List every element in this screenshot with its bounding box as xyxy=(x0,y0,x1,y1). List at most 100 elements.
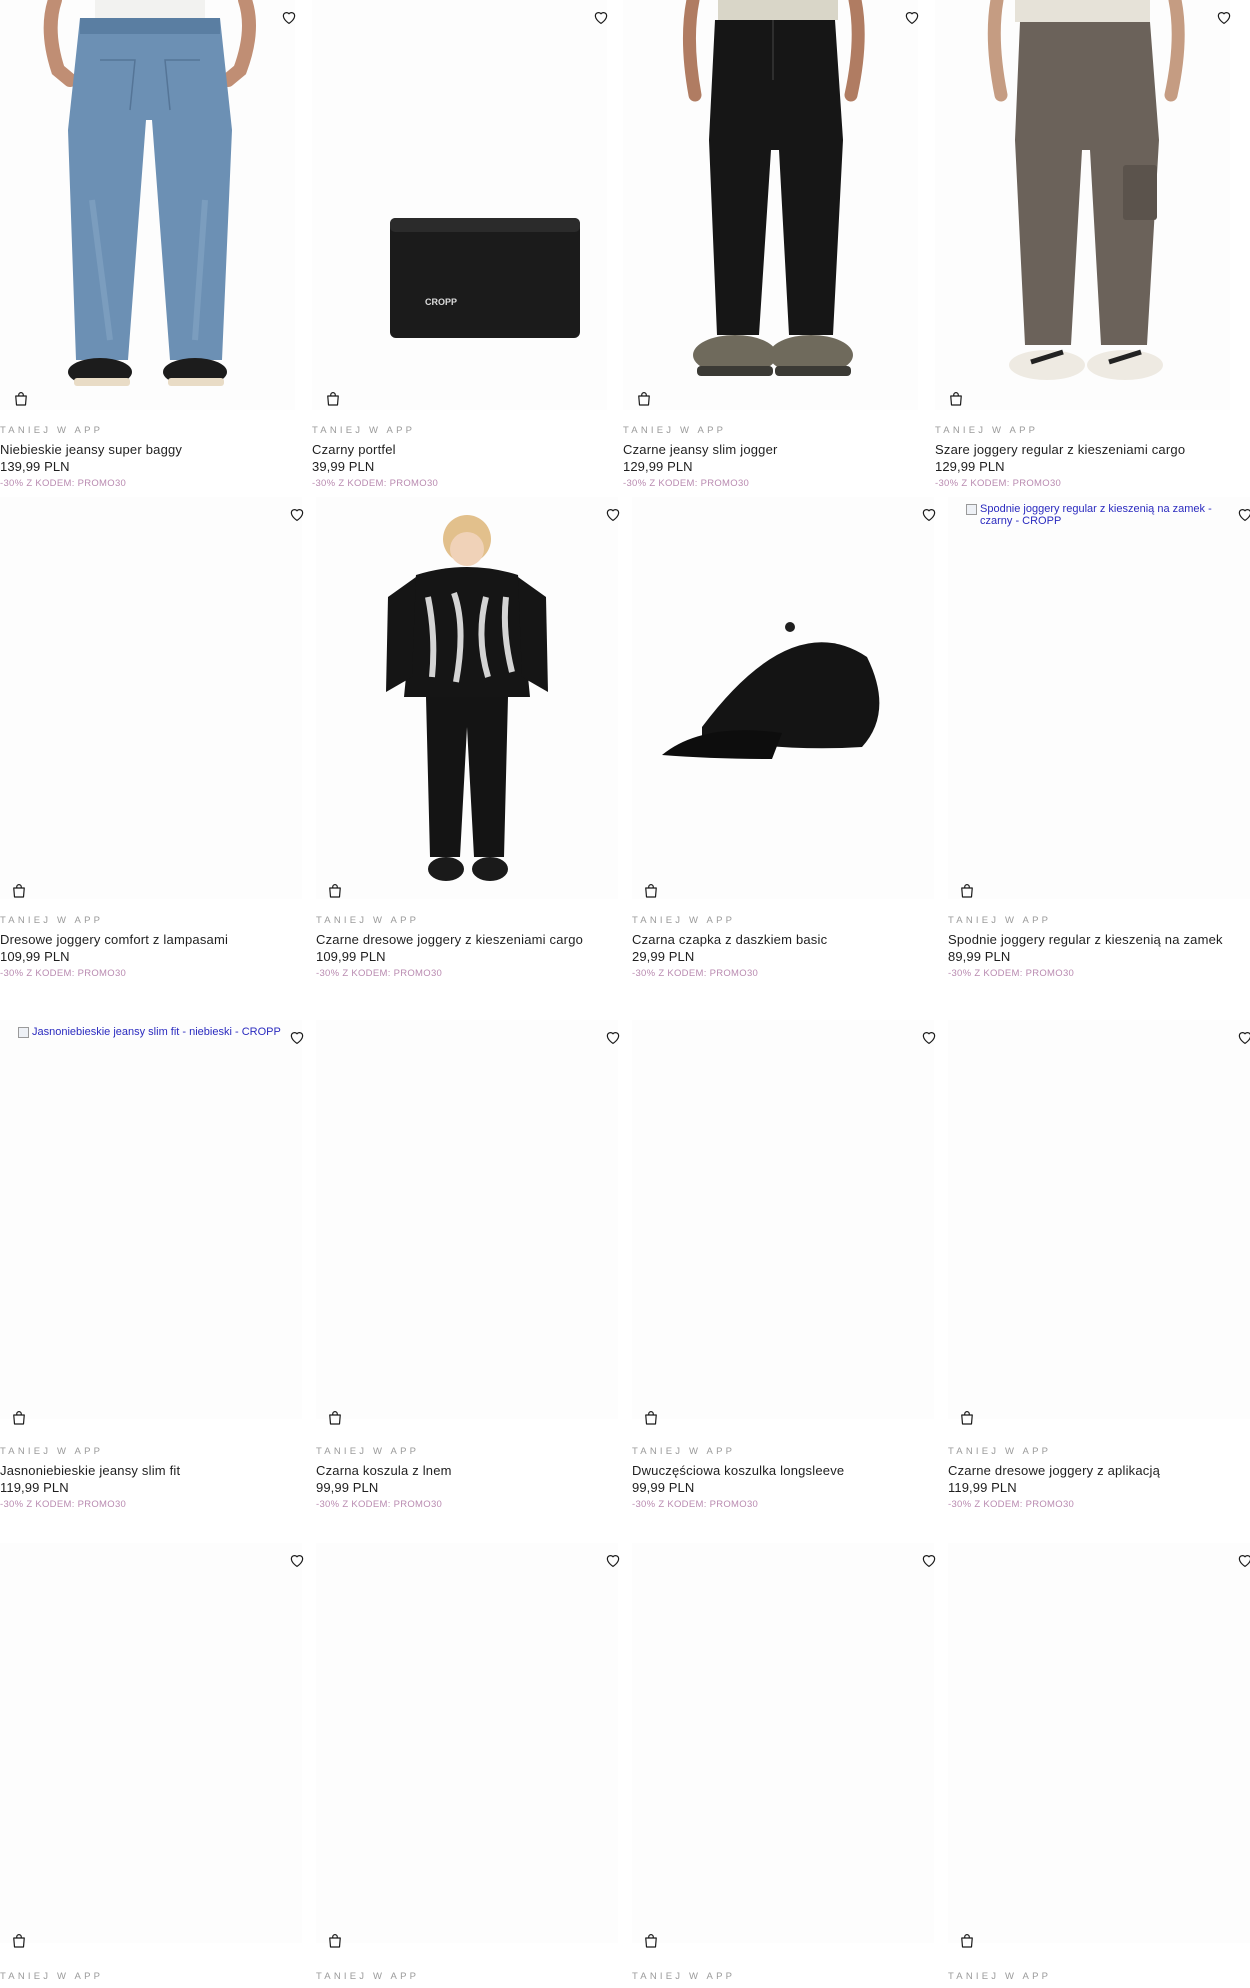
heart-icon[interactable] xyxy=(903,8,921,26)
product-card[interactable]: Spodnie joggery regular z kieszenią na z… xyxy=(948,497,1250,985)
heart-icon[interactable] xyxy=(1236,505,1250,523)
product-image[interactable] xyxy=(623,0,918,410)
shopping-bag-icon[interactable] xyxy=(12,390,30,408)
heart-icon[interactable] xyxy=(1236,1028,1250,1046)
product-image[interactable]: CROPP xyxy=(312,0,607,410)
product-card[interactable]: TANIEJ W APP Niebieskie jeansy super bagg… xyxy=(0,0,298,495)
shopping-bag-icon[interactable] xyxy=(326,1932,344,1950)
app-discount-badge: TANIEJ W APP xyxy=(312,425,416,436)
product-price: 99,99 PLN xyxy=(632,1480,695,1495)
heart-icon[interactable] xyxy=(920,1028,938,1046)
product-price: 29,99 PLN xyxy=(632,949,695,964)
heart-icon[interactable] xyxy=(604,1551,622,1569)
heart-icon[interactable] xyxy=(288,1028,306,1046)
product-info: TANIEJ W APP Dresowe joggery comfort z la… xyxy=(0,915,302,980)
product-info: TANIEJ W APP Szare joggery regular z kies… xyxy=(935,425,1230,490)
heart-icon[interactable] xyxy=(604,1028,622,1046)
product-card[interactable]: TANIEJ W APP Dresowe joggery comfort z la… xyxy=(0,497,304,985)
product-image[interactable] xyxy=(316,1020,618,1419)
product-name[interactable]: Niebieskie jeansy super baggy xyxy=(0,442,295,458)
heart-icon[interactable] xyxy=(280,8,298,26)
product-card[interactable]: TANIEJ W APP xyxy=(316,1543,620,1988)
product-info: TANIEJ W APP xyxy=(0,1971,302,1983)
shopping-bag-icon[interactable] xyxy=(642,1932,660,1950)
product-card[interactable]: TANIEJ W APP Czarna czapka z daszkiem bas… xyxy=(632,497,936,985)
product-card[interactable]: Jasnoniebieskie jeansy slim fit - niebie… xyxy=(0,1020,304,1516)
heart-icon[interactable] xyxy=(920,1551,938,1569)
product-name[interactable]: Szare joggery regular z kieszeniami carg… xyxy=(935,442,1230,458)
product-info: TANIEJ W APP Czarna czapka z daszkiem bas… xyxy=(632,915,934,980)
product-name[interactable]: Dwuczęściowa koszulka longsleeve xyxy=(632,1463,934,1479)
shopping-bag-icon[interactable] xyxy=(947,390,965,408)
product-card[interactable]: TANIEJ W APP xyxy=(948,1543,1250,1988)
product-card[interactable]: TANIEJ W APP Dwuczęściowa koszulka longsl… xyxy=(632,1020,936,1516)
app-discount-badge: TANIEJ W APP xyxy=(935,425,1039,436)
heart-icon[interactable] xyxy=(920,505,938,523)
shopping-bag-icon[interactable] xyxy=(324,390,342,408)
heart-icon[interactable] xyxy=(1215,8,1233,26)
product-card[interactable]: TANIEJ W APP Czarne dresowe joggery z apl… xyxy=(948,1020,1250,1516)
product-info: TANIEJ W APP Czarna koszula z lnem 99,99 P… xyxy=(316,1446,618,1511)
shopping-bag-icon[interactable] xyxy=(10,882,28,900)
shopping-bag-icon[interactable] xyxy=(642,882,660,900)
product-image[interactable] xyxy=(0,497,302,899)
product-price: 129,99 PLN xyxy=(623,459,693,474)
product-card[interactable]: TANIEJ W APP xyxy=(0,1543,304,1988)
shopping-bag-icon[interactable] xyxy=(635,390,653,408)
product-name[interactable]: Czarny portfel xyxy=(312,442,607,458)
shopping-bag-icon[interactable] xyxy=(10,1409,28,1427)
product-price: 109,99 PLN xyxy=(316,949,386,964)
product-image[interactable] xyxy=(632,1543,934,1943)
shopping-bag-icon[interactable] xyxy=(326,1409,344,1427)
product-name[interactable]: Dresowe joggery comfort z lampasami xyxy=(0,932,302,948)
shopping-bag-icon[interactable] xyxy=(642,1409,660,1427)
shopping-bag-icon[interactable] xyxy=(326,882,344,900)
product-name[interactable]: Spodnie joggery regular z kieszenią na z… xyxy=(948,932,1250,948)
product-card[interactable]: TANIEJ W APP xyxy=(632,1543,936,1988)
shopping-bag-icon[interactable] xyxy=(958,1932,976,1950)
heart-icon[interactable] xyxy=(288,505,306,523)
product-name[interactable]: Jasnoniebieskie jeansy slim fit xyxy=(0,1463,302,1479)
heart-icon[interactable] xyxy=(604,505,622,523)
product-info: TANIEJ W APP Czarne dresowe joggery z kie… xyxy=(316,915,618,980)
shopping-bag-icon[interactable] xyxy=(958,1409,976,1427)
product-name[interactable]: Czarne dresowe joggery z aplikacją xyxy=(948,1463,1250,1479)
product-image[interactable] xyxy=(0,0,295,410)
promo-code-text: -30% Z KODEM: PROMO30 xyxy=(623,478,750,489)
product-image[interactable] xyxy=(316,497,618,899)
product-image[interactable] xyxy=(0,1543,302,1943)
promo-code-text: -30% Z KODEM: PROMO30 xyxy=(0,968,127,979)
product-card[interactable]: TANIEJ W APP Czarne dresowe joggery z kie… xyxy=(316,497,620,985)
product-name[interactable]: Czarna koszula z lnem xyxy=(316,1463,618,1479)
product-image[interactable]: Spodnie joggery regular z kieszenią na z… xyxy=(948,497,1250,899)
product-info: TANIEJ W APP Dwuczęściowa koszulka longsl… xyxy=(632,1446,934,1511)
product-price: 119,99 PLN xyxy=(948,1480,1017,1495)
promo-code-text: -30% Z KODEM: PROMO30 xyxy=(632,1499,759,1510)
product-image[interactable] xyxy=(632,497,934,899)
app-discount-badge: TANIEJ W APP xyxy=(0,1971,104,1982)
heart-icon[interactable] xyxy=(1236,1551,1250,1569)
shopping-bag-icon[interactable] xyxy=(958,882,976,900)
heart-icon[interactable] xyxy=(288,1551,306,1569)
product-name[interactable]: Czarne dresowe joggery z kieszeniami car… xyxy=(316,932,618,948)
product-card[interactable]: TANIEJ W APP Czarna koszula z lnem 99,99 P… xyxy=(316,1020,620,1516)
product-card[interactable]: CROPP TANIEJ W APP Czarny portfel 39,99 PL… xyxy=(312,0,610,495)
product-name[interactable]: Czarne jeansy slim jogger xyxy=(623,442,918,458)
app-discount-badge: TANIEJ W APP xyxy=(0,915,104,926)
product-image[interactable] xyxy=(948,1020,1250,1419)
product-card[interactable]: TANIEJ W APP Szare joggery regular z kies… xyxy=(935,0,1233,495)
heart-icon[interactable] xyxy=(592,8,610,26)
product-price: 99,99 PLN xyxy=(316,1480,379,1495)
product-image[interactable] xyxy=(632,1020,934,1419)
product-card[interactable]: TANIEJ W APP Czarne jeansy slim jogger 129… xyxy=(623,0,921,495)
product-price: 129,99 PLN xyxy=(935,459,1005,474)
product-image[interactable] xyxy=(935,0,1230,410)
promo-code-text: -30% Z KODEM: PROMO30 xyxy=(316,968,443,979)
product-image[interactable]: Jasnoniebieskie jeansy slim fit - niebie… xyxy=(0,1020,302,1419)
product-name[interactable]: Czarna czapka z daszkiem basic xyxy=(632,932,934,948)
product-image[interactable] xyxy=(948,1543,1250,1943)
product-image[interactable] xyxy=(316,1543,618,1943)
product-price: 119,99 PLN xyxy=(0,1480,69,1495)
product-price: 139,99 PLN xyxy=(0,459,70,474)
shopping-bag-icon[interactable] xyxy=(10,1932,28,1950)
